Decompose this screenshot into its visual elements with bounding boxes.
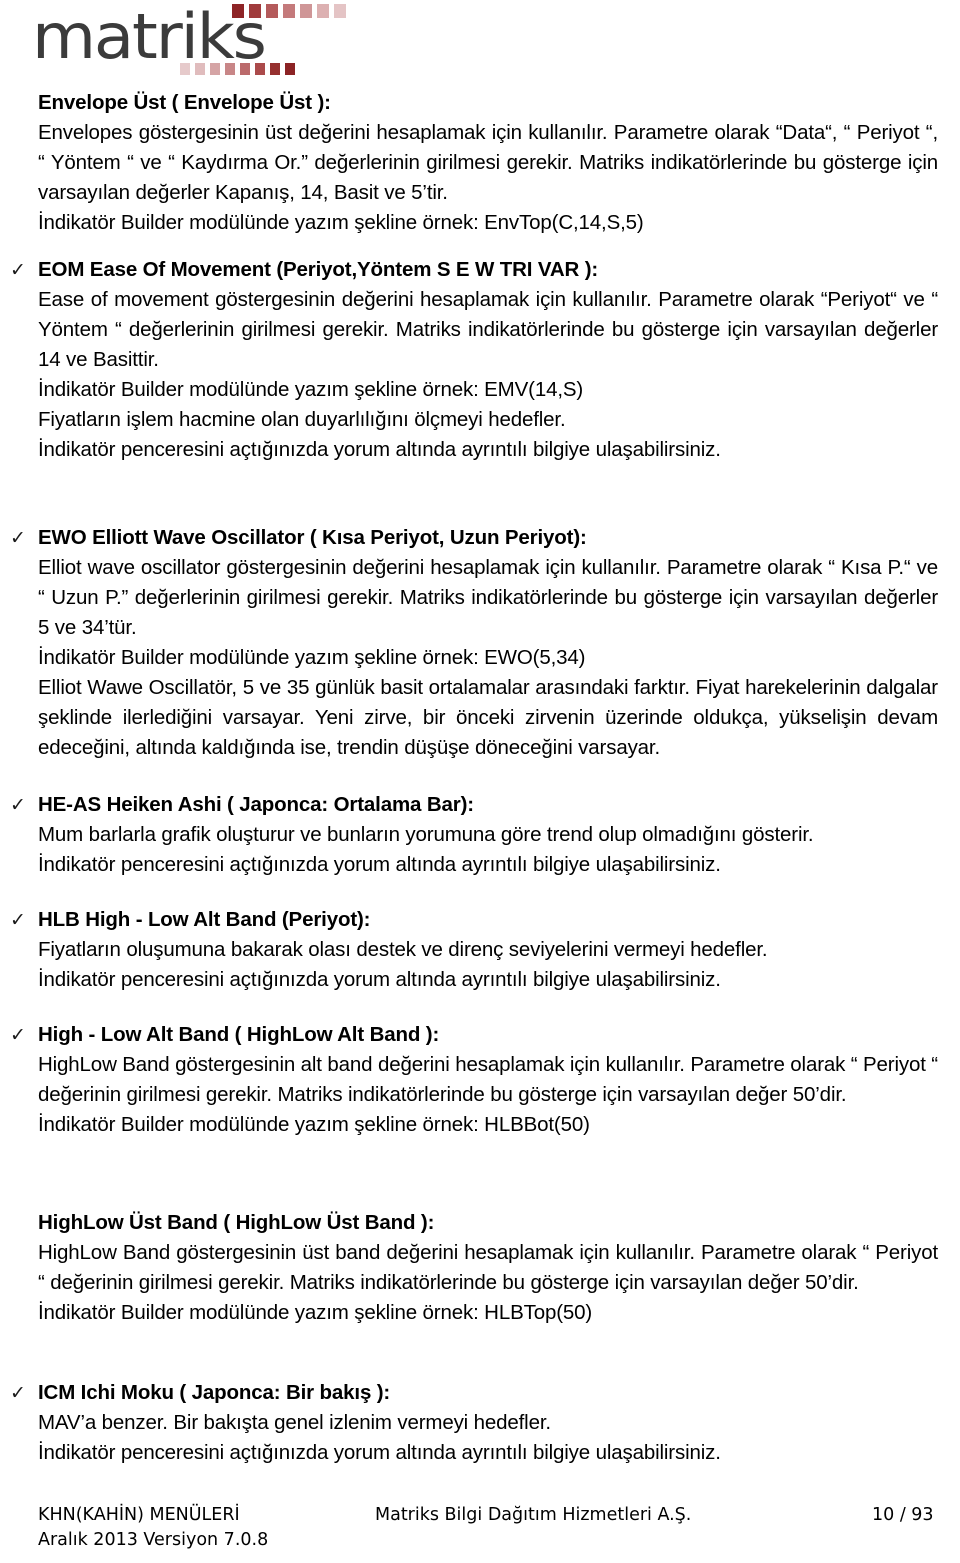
checkmark-icon: ✓ (10, 259, 26, 281)
section-heading: HE-AS Heiken Ashi ( Japonca: Ortalama Ba… (38, 793, 474, 816)
doc-section: ✓ EOM Ease Of Movement (Periyot,Yöntem S … (10, 255, 938, 465)
logo-wordmark: matriks (32, 0, 267, 73)
doc-section: Envelope Üst ( Envelope Üst ): Envelopes … (38, 88, 938, 238)
section-line: İndikatör penceresini açtığınızda yorum … (38, 968, 721, 991)
section-line: İndikatör penceresini açtığınızda yorum … (38, 1441, 721, 1464)
page-footer: KHN(KAHİN) MENÜLERİ Aralık 2013 Versiyon… (0, 1492, 960, 1563)
checkmark-icon: ✓ (10, 527, 26, 549)
section-paragraph: Ease of movement göstergesinin değerini … (38, 288, 938, 371)
logo-dot (240, 63, 250, 75)
section-heading: EOM Ease Of Movement (Periyot,Yöntem S E… (38, 258, 599, 281)
section-line: İndikatör Builder modülünde yazım şeklin… (38, 1301, 593, 1324)
section-line: İndikatör Builder modülünde yazım şeklin… (38, 378, 584, 401)
logo-dot (317, 4, 329, 18)
section-line: İndikatör Builder modülünde yazım şeklin… (38, 646, 586, 669)
section-heading: Envelope Üst ( Envelope Üst ): (38, 91, 331, 114)
logo-dot (270, 63, 280, 75)
section-line: İndikatör penceresini açtığınızda yorum … (38, 853, 721, 876)
doc-section: HighLow Üst Band ( HighLow Üst Band ): Hi… (38, 1208, 938, 1328)
section-line: İndikatör Builder modülünde yazım şeklin… (38, 211, 644, 234)
matriks-logo: matriks (32, 2, 362, 82)
logo-dot (283, 4, 295, 18)
section-heading: High - Low Alt Band ( HighLow Alt Band )… (38, 1023, 440, 1046)
logo-dot (300, 4, 312, 18)
logo-dot (285, 63, 295, 75)
footer-center-text: Matriks Bilgi Dağıtım Hizmetleri A.Ş. (375, 1505, 692, 1525)
section-line: Fiyatların oluşumuna bakarak olası deste… (38, 938, 768, 961)
logo-dot (255, 63, 265, 75)
section-line: İndikatör penceresini açtığınızda yorum … (38, 438, 721, 461)
section-heading: ICM Ichi Moku ( Japonca: Bir bakış ): (38, 1381, 391, 1404)
logo-dot (266, 4, 278, 18)
doc-section: ✓ HE-AS Heiken Ashi ( Japonca: Ortalama B… (10, 790, 938, 880)
logo-dot (225, 63, 235, 75)
footer-left-text: KHN(KAHİN) MENÜLERİ Aralık 2013 Versiyon… (38, 1505, 269, 1550)
checkmark-icon: ✓ (10, 794, 26, 816)
doc-section: ✓ EWO Elliott Wave Oscillator ( Kısa Peri… (10, 523, 938, 763)
section-line: Fiyatların işlem hacmine olan duyarlılığ… (38, 408, 566, 431)
section-paragraph: Elliot Wawe Oscillatör, 5 ve 35 günlük b… (38, 676, 938, 759)
checkmark-icon: ✓ (10, 909, 26, 931)
section-line: Mum barlarla grafik oluşturur ve bunları… (38, 823, 814, 846)
checkmark-icon: ✓ (10, 1382, 26, 1404)
logo-dot (210, 63, 220, 75)
section-line: MAV’a benzer. Bir bakışta genel izlenim … (38, 1411, 551, 1434)
section-line: İndikatör Builder modülünde yazım şeklin… (38, 1113, 590, 1136)
section-heading: HighLow Üst Band ( HighLow Üst Band ): (38, 1211, 435, 1234)
section-paragraph: Envelopes göstergesinin üst değerini hes… (38, 121, 938, 204)
doc-section: ✓ ICM Ichi Moku ( Japonca: Bir bakış ): MA… (10, 1378, 938, 1468)
page-number: 10 / 93 (872, 1505, 934, 1525)
logo-dot (180, 63, 190, 75)
logo-dot (249, 4, 261, 18)
logo-dots-bottom (180, 63, 295, 75)
section-heading: EWO Elliott Wave Oscillator ( Kısa Periy… (38, 526, 587, 549)
section-paragraph: HighLow Band göstergesinin alt band değe… (38, 1053, 938, 1106)
logo-dot (195, 63, 205, 75)
logo-dot (334, 4, 346, 18)
section-heading: HLB High - Low Alt Band (Periyot): (38, 908, 371, 931)
logo-dots-top (232, 4, 346, 18)
section-paragraph: HighLow Band göstergesinin üst band değe… (38, 1241, 938, 1294)
doc-section: ✓ HLB High - Low Alt Band (Periyot): Fiyat… (10, 905, 938, 995)
logo-dot (232, 4, 244, 18)
section-paragraph: Elliot wave oscillator göstergesinin değ… (38, 556, 938, 639)
checkmark-icon: ✓ (10, 1024, 26, 1046)
doc-section: ✓ High - Low Alt Band ( HighLow Alt Band … (10, 1020, 938, 1140)
